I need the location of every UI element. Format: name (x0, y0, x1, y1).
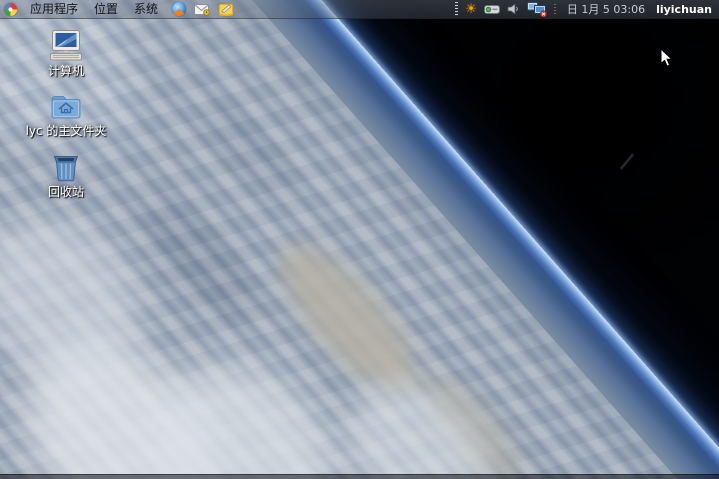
desktop-screen: 应用程序 位置 系统 ☀ (0, 0, 719, 479)
earth-wallpaper (0, 0, 719, 479)
system-tray: ☀ 日 1月 5 03:06 liyichuan (455, 1, 719, 17)
computer-icon (48, 30, 84, 61)
volume-icon[interactable] (507, 3, 520, 15)
panel-drag-handle[interactable] (455, 2, 458, 16)
mouse-cursor (660, 48, 674, 68)
desktop-icon-label: 回收站 (48, 183, 84, 200)
desktop-icon-computer[interactable]: 计算机 (34, 30, 98, 79)
menu-places[interactable]: 位置 (86, 0, 126, 18)
trash-icon (51, 153, 81, 182)
menu-system[interactable]: 系统 (126, 0, 166, 18)
clock[interactable]: 日 1月 5 03:06 (563, 1, 649, 17)
mail-icon[interactable] (194, 3, 210, 16)
distro-logo-icon[interactable] (4, 3, 17, 16)
user-switcher[interactable]: liyichuan (656, 3, 714, 16)
desktop-icon-label: 计算机 (48, 62, 84, 79)
desktop-icon-trash[interactable]: 回收站 (34, 153, 98, 200)
desktop-icon-home-folder[interactable]: lyc 的主文件夹 (34, 93, 98, 139)
top-panel: 应用程序 位置 系统 ☀ (0, 0, 719, 19)
desktop-icon-column: 计算机 lyc 的主文件夹 回收站 (34, 30, 98, 200)
device-icon[interactable] (484, 3, 500, 15)
space-debris-streak (620, 154, 634, 170)
network-offline-icon[interactable] (527, 2, 547, 17)
menu-applications[interactable]: 应用程序 (22, 0, 86, 18)
home-folder-icon (49, 93, 83, 121)
notes-icon[interactable] (218, 2, 234, 16)
bottom-panel-edge[interactable] (0, 474, 719, 479)
quick-launchers (172, 2, 234, 16)
alert-sun-icon[interactable]: ☀ (465, 3, 477, 16)
desktop-icon-label: lyc 的主文件夹 (26, 122, 107, 139)
firefox-icon[interactable] (172, 2, 186, 16)
panel-separator (554, 4, 556, 15)
